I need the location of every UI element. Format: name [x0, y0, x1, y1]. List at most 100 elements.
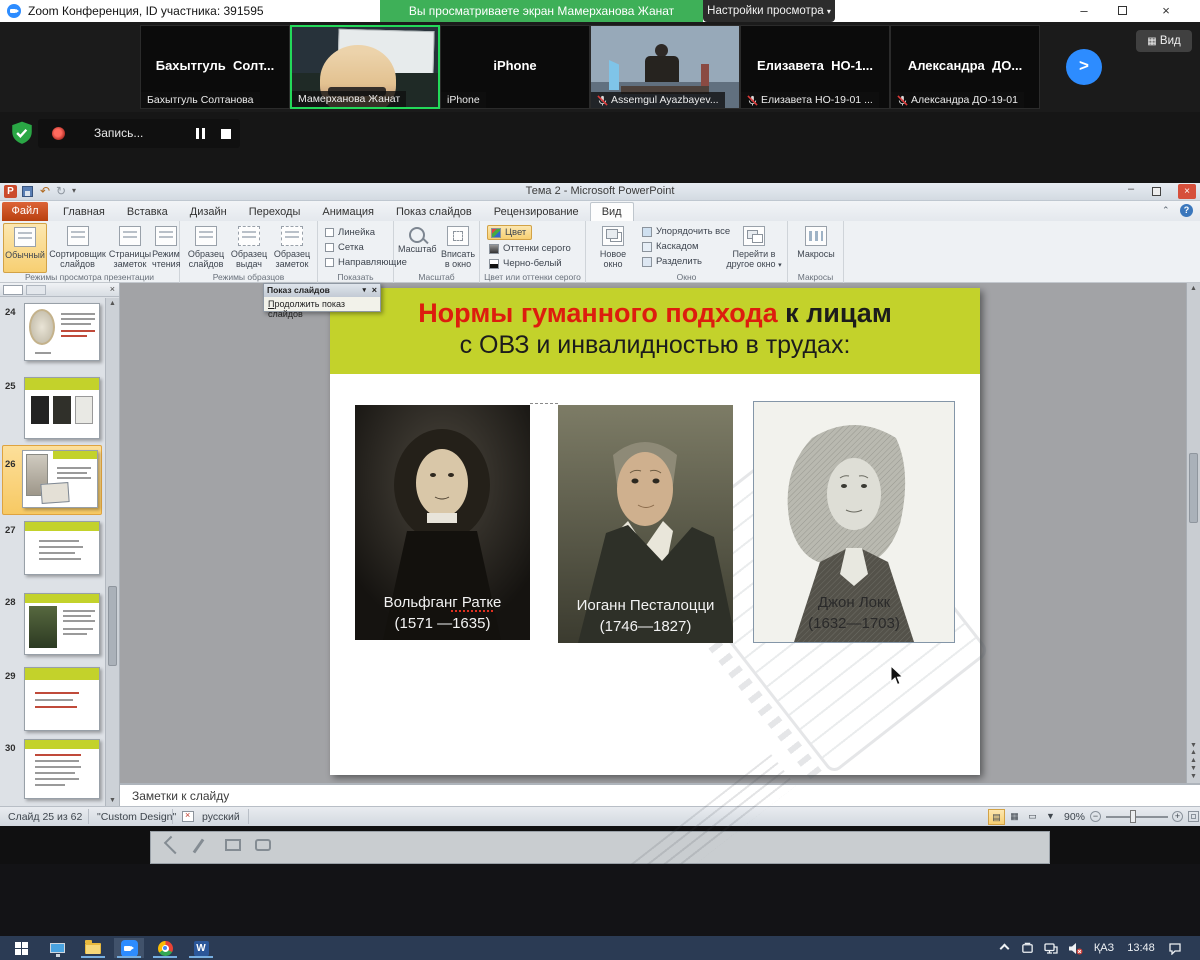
fit-slide-button[interactable]	[1188, 811, 1199, 822]
thumbnails-scrollbar[interactable]: ▲ ▼	[105, 298, 119, 806]
slide-canvas[interactable]: Нормы гуманного подхода к лицам с ОВЗ и …	[330, 288, 980, 775]
gridlines-checkbox[interactable]: Сетка	[325, 242, 364, 253]
sorter-view-status-button[interactable]: ▦	[1006, 809, 1023, 825]
tab-slideshow[interactable]: Показ слайдов	[385, 203, 483, 222]
participant-tile[interactable]: Елизавета НО-1... Елизавета НО-19-01 ...	[740, 25, 890, 109]
participant-tile[interactable]: Бахытгуль Солт... Бахытгуль Солтанова	[140, 25, 290, 109]
tab-animations[interactable]: Анимация	[311, 203, 385, 222]
slide-sorter-button[interactable]: Сортировщик слайдов	[49, 223, 106, 269]
slide-master-button[interactable]: Образец слайдов	[184, 223, 228, 269]
help-icon[interactable]: ?	[1180, 204, 1193, 217]
tab-home[interactable]: Главная	[52, 203, 116, 222]
tab-design[interactable]: Дизайн	[179, 203, 238, 222]
zoom-slider-thumb[interactable]	[1130, 810, 1136, 823]
resume-slideshow-button[interactable]: Продолжить показ слайдов	[264, 297, 380, 311]
taskbar-file-explorer-icon[interactable]	[78, 938, 108, 958]
slides-tab[interactable]	[3, 285, 23, 295]
next-slide-button[interactable]: ▼▼	[1187, 765, 1200, 781]
switch-window-button[interactable]: Перейти в другое окно ▾	[726, 223, 782, 271]
new-window-button[interactable]: Новое окно	[592, 223, 634, 269]
tab-file[interactable]: Файл	[2, 202, 48, 221]
language-indicator[interactable]: русский	[202, 811, 240, 823]
tab-transitions[interactable]: Переходы	[238, 203, 312, 222]
slide-title-block[interactable]: Нормы гуманного подхода к лицам с ОВЗ и …	[330, 288, 980, 374]
ppt-minimize-button[interactable]: –	[1128, 183, 1134, 195]
tab-view[interactable]: Вид	[590, 202, 634, 221]
zoom-out-button[interactable]: −	[1090, 811, 1101, 822]
scroll-down-icon[interactable]: ▼	[1187, 742, 1200, 749]
participant-tile-video[interactable]: Assemgul Ayazbayev...	[590, 25, 740, 109]
strip-view-button[interactable]: ▦ Вид	[1136, 30, 1192, 52]
scroll-up-icon[interactable]: ▲	[106, 300, 119, 307]
taskbar-chrome-icon[interactable]	[150, 938, 180, 958]
minimize-button[interactable]: –	[1078, 0, 1090, 22]
collapse-ribbon-icon[interactable]: ⌃	[1162, 205, 1170, 216]
cascade-button[interactable]: Каскадом	[642, 241, 699, 252]
next-participants-button[interactable]: >	[1066, 49, 1102, 85]
taskbar-this-pc-icon[interactable]	[42, 938, 72, 958]
slide-thumbnail[interactable]	[24, 593, 100, 655]
participant-tile[interactable]: iPhone iPhone	[440, 25, 590, 109]
pause-recording-button[interactable]	[196, 128, 199, 139]
tray-volume-muted-icon[interactable]	[1064, 936, 1086, 960]
toolbar-dropdown-icon[interactable]: ▾	[362, 284, 366, 297]
fit-to-window-button[interactable]: Вписать в окно	[438, 223, 478, 269]
taskbar-zoom-icon[interactable]	[114, 938, 144, 958]
tray-tablet-mode-icon[interactable]	[1016, 936, 1038, 960]
reading-view-status-button[interactable]: ▭	[1024, 809, 1041, 825]
normal-view-status-button[interactable]: ▤	[988, 809, 1005, 825]
tray-clock[interactable]: 13:48	[1122, 936, 1160, 960]
slideshow-view-status-button[interactable]: ▼	[1042, 809, 1059, 825]
zoom-button[interactable]: Масштаб	[398, 223, 436, 254]
previous-slide-button[interactable]: ▲▲	[1187, 749, 1200, 765]
handout-master-button[interactable]: Образец выдач	[228, 223, 270, 269]
scrollbar-thumb[interactable]	[1189, 453, 1198, 523]
slide-thumbnail-current[interactable]	[24, 377, 100, 439]
normal-view-button[interactable]: Обычный	[3, 223, 47, 273]
black-white-button[interactable]: Черно-белый	[489, 258, 562, 269]
tray-network-icon[interactable]	[1040, 936, 1062, 960]
maximize-button[interactable]	[1118, 6, 1127, 15]
notes-master-button[interactable]: Образец заметок	[270, 223, 314, 269]
slide-thumbnail-selected[interactable]	[22, 450, 98, 508]
zoom-in-button[interactable]: +	[1172, 811, 1183, 822]
participant-tile[interactable]: Александра ДО... Александра ДО-19-01	[890, 25, 1040, 109]
scrollbar-thumb[interactable]	[108, 586, 117, 666]
outline-tab[interactable]	[26, 285, 46, 295]
arrange-all-button[interactable]: Упорядочить все	[642, 226, 730, 237]
notes-pane[interactable]: Заметки к слайду	[120, 783, 1200, 806]
scroll-up-icon[interactable]: ▲	[1187, 285, 1200, 292]
spellcheck-icon[interactable]: ×	[182, 811, 194, 822]
stop-recording-button[interactable]	[221, 129, 231, 139]
toolbar-close-icon[interactable]: ×	[372, 284, 377, 297]
portrait-ratke[interactable]: Вольфганг Ратке (1571 —1635)	[355, 405, 530, 640]
taskbar-word-icon[interactable]: W	[186, 938, 216, 958]
split-button[interactable]: Разделить	[642, 256, 702, 267]
start-button[interactable]	[6, 938, 36, 958]
slide-thumbnail[interactable]	[24, 739, 100, 799]
portrait-pestalozzi[interactable]: Иоганн Песталоцци (1746—1827)	[558, 405, 733, 643]
zoom-slider-track[interactable]	[1106, 816, 1168, 818]
pause-recording-button-bar[interactable]	[202, 128, 205, 139]
meeting-info-shield-icon[interactable]	[9, 120, 35, 146]
color-button[interactable]: Цвет	[487, 225, 532, 240]
close-button[interactable]: ×	[1160, 0, 1172, 22]
slide-thumbnail[interactable]	[24, 303, 100, 361]
reading-view-button[interactable]: Режим чтения	[152, 223, 180, 269]
tray-action-center-icon[interactable]	[1162, 936, 1188, 960]
tray-hidden-icons-chevron[interactable]	[994, 936, 1014, 960]
tab-review[interactable]: Рецензирование	[483, 203, 590, 222]
ppt-restore-button[interactable]	[1152, 187, 1161, 196]
notes-page-button[interactable]: Страницы заметок	[108, 223, 152, 269]
ppt-close-button[interactable]: ×	[1178, 184, 1196, 199]
slide-thumbnail[interactable]	[24, 667, 100, 731]
tab-insert[interactable]: Вставка	[116, 203, 179, 222]
slide-thumbnail[interactable]	[24, 521, 100, 575]
slideshow-toolbar-title[interactable]: Показ слайдов ▾ ×	[264, 284, 380, 297]
tray-language-indicator[interactable]: ҚАЗ	[1088, 936, 1120, 960]
scroll-down-icon[interactable]: ▼	[106, 797, 119, 804]
macros-button[interactable]: Макросы	[794, 223, 838, 259]
participant-tile-video-active[interactable]: Мамерханова Жанат	[290, 25, 440, 109]
portrait-locke[interactable]: Джон Локк (1632—1703)	[753, 401, 955, 643]
view-options-button[interactable]: Настройки просмотра ▾	[703, 0, 835, 22]
